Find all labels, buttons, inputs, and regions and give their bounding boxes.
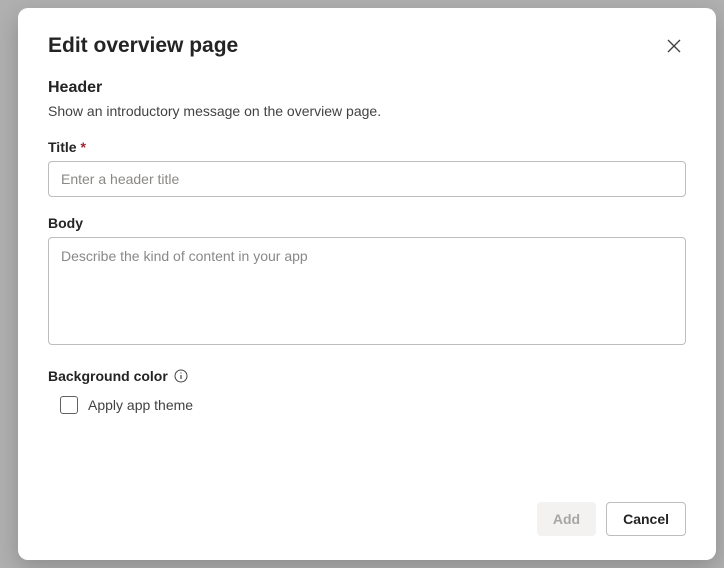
dialog-title: Edit overview page [48, 34, 238, 58]
info-icon[interactable] [174, 369, 188, 383]
header-section-description: Show an introductory message on the over… [48, 103, 686, 119]
dialog-header: Edit overview page [48, 34, 686, 61]
required-indicator: * [81, 139, 86, 155]
apply-theme-checkbox[interactable] [60, 396, 78, 414]
close-button[interactable] [662, 34, 686, 61]
dialog-footer: Add Cancel [48, 482, 686, 536]
background-color-label: Background color [48, 368, 168, 384]
body-field: Body [48, 215, 686, 350]
apply-theme-row: Apply app theme [60, 396, 686, 414]
header-section: Header Show an introductory message on t… [48, 79, 686, 139]
title-input[interactable] [48, 161, 686, 197]
title-field: Title * [48, 139, 686, 197]
body-textarea[interactable] [48, 237, 686, 345]
title-label: Title * [48, 139, 686, 155]
apply-theme-label: Apply app theme [88, 397, 193, 413]
header-section-title: Header [48, 79, 686, 97]
background-color-section: Background color Apply app theme [48, 368, 686, 414]
close-icon [666, 38, 682, 57]
edit-overview-dialog: Edit overview page Header Show an introd… [18, 8, 716, 560]
body-label: Body [48, 215, 686, 231]
add-button[interactable]: Add [537, 502, 596, 536]
background-color-label-row: Background color [48, 368, 686, 384]
cancel-button[interactable]: Cancel [606, 502, 686, 536]
